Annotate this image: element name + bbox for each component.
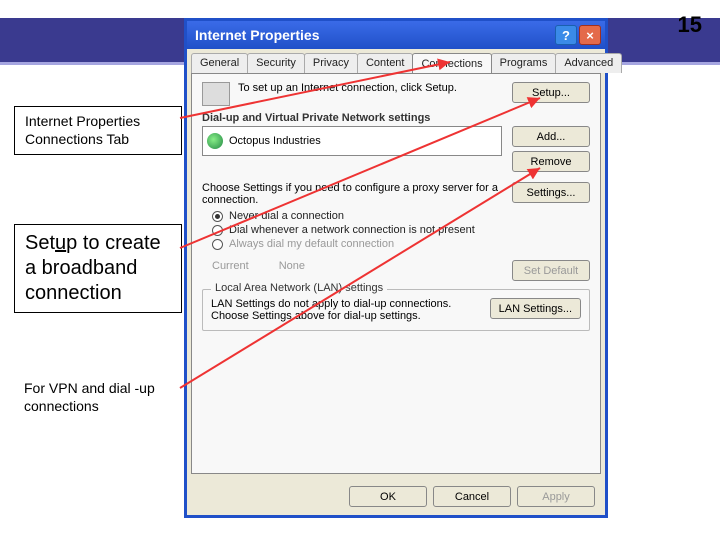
lan-group: Local Area Network (LAN) settings LAN Se… <box>202 289 590 331</box>
tab-general[interactable]: General <box>191 53 248 73</box>
set-default-button[interactable]: Set Default <box>512 260 590 281</box>
window-title: Internet Properties <box>195 27 553 43</box>
current-label: Current <box>212 260 249 281</box>
setup-text: To set up an Internet connection, click … <box>238 82 496 94</box>
dialog-footer: OK Cancel Apply <box>187 478 605 515</box>
tab-connections[interactable]: Connections <box>412 53 491 73</box>
connection-wizard-icon <box>202 82 230 106</box>
lan-settings-button[interactable]: LAN Settings... <box>490 298 581 319</box>
settings-button[interactable]: Settings... <box>512 182 590 203</box>
tab-content[interactable]: Content <box>357 53 414 73</box>
current-value: None <box>279 260 305 281</box>
tab-privacy[interactable]: Privacy <box>304 53 358 73</box>
dial-radio-group: Never dial a connection Dial whenever a … <box>212 210 590 250</box>
list-item[interactable]: Octopus Industries <box>229 135 321 147</box>
radio-icon <box>212 225 223 236</box>
callout-vpn-dialup: For VPN and dial -up connections <box>14 374 182 421</box>
text-underline: u <box>55 232 66 254</box>
setup-button[interactable]: Setup... <box>512 82 590 103</box>
lan-legend: Local Area Network (LAN) settings <box>211 282 387 294</box>
radio-never-dial[interactable]: Never dial a connection <box>212 210 590 222</box>
radio-always-dial[interactable]: Always dial my default connection <box>212 238 590 250</box>
radio-icon <box>212 211 223 222</box>
proxy-text: Choose Settings if you need to configure… <box>202 182 504 206</box>
remove-button[interactable]: Remove <box>512 151 590 172</box>
tab-strip: General Security Privacy Content Connect… <box>187 49 605 73</box>
help-button[interactable]: ? <box>555 25 577 45</box>
close-button[interactable]: × <box>579 25 601 45</box>
globe-icon <box>207 133 223 149</box>
titlebar[interactable]: Internet Properties ? × <box>187 21 605 49</box>
group-dialup-label: Dial-up and Virtual Private Network sett… <box>202 112 590 124</box>
callout-setup-broadband: Setup to create a broadband connection <box>14 224 182 313</box>
page-number: 15 <box>678 12 702 38</box>
internet-properties-dialog: Internet Properties ? × General Security… <box>184 18 608 518</box>
cancel-button[interactable]: Cancel <box>433 486 511 507</box>
radio-dial-when-no-net[interactable]: Dial whenever a network connection is no… <box>212 224 590 236</box>
callout-connections-tab: Internet Properties Connections Tab <box>14 106 182 155</box>
add-button[interactable]: Add... <box>512 126 590 147</box>
radio-label: Dial whenever a network connection is no… <box>229 224 475 236</box>
connections-listbox[interactable]: Octopus Industries <box>202 126 502 156</box>
apply-button[interactable]: Apply <box>517 486 595 507</box>
tab-advanced[interactable]: Advanced <box>555 53 622 73</box>
connections-panel: To set up an Internet connection, click … <box>191 73 601 474</box>
radio-label: Always dial my default connection <box>229 238 394 250</box>
tab-programs[interactable]: Programs <box>491 53 557 73</box>
lan-text: LAN Settings do not apply to dial-up con… <box>211 298 482 322</box>
radio-icon <box>212 239 223 250</box>
text: Set <box>25 232 55 254</box>
ok-button[interactable]: OK <box>349 486 427 507</box>
radio-label: Never dial a connection <box>229 210 344 222</box>
tab-security[interactable]: Security <box>247 53 305 73</box>
